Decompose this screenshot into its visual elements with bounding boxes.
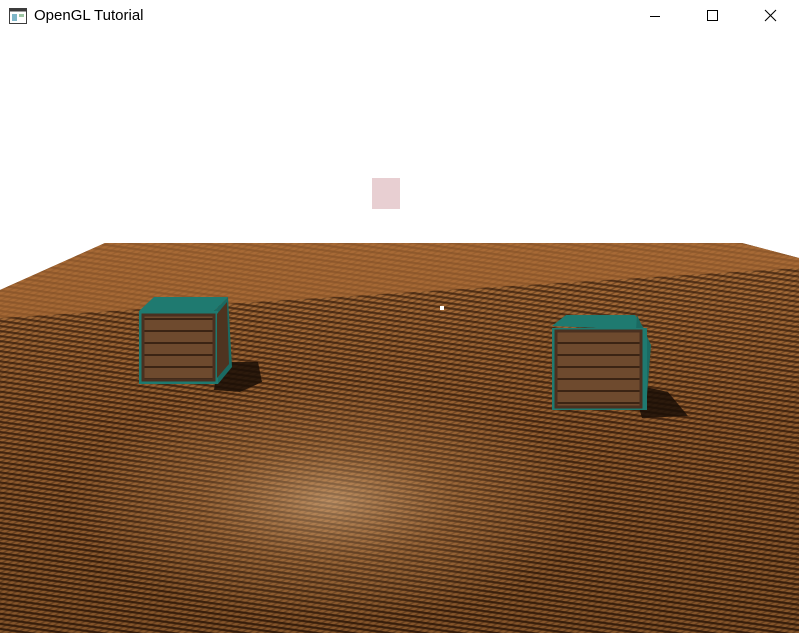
opengl-viewport[interactable] <box>0 32 799 633</box>
floor-light-pool <box>70 382 590 622</box>
render-scene <box>0 178 799 633</box>
window-title: OpenGL Tutorial <box>34 7 144 24</box>
crate-right <box>552 315 651 410</box>
close-button[interactable] <box>741 0 799 32</box>
title-bar[interactable]: OpenGL Tutorial <box>0 0 799 32</box>
crate-left <box>139 297 232 384</box>
maximize-button[interactable] <box>683 0 741 32</box>
close-icon <box>764 9 777 22</box>
minimize-button[interactable] <box>626 0 684 32</box>
app-window: OpenGL Tutorial <box>0 0 799 633</box>
minimize-icon <box>650 16 660 17</box>
window-app-icon <box>9 8 27 24</box>
light-source-cube <box>372 178 400 209</box>
maximize-icon <box>707 10 718 21</box>
light-marker <box>440 306 444 310</box>
